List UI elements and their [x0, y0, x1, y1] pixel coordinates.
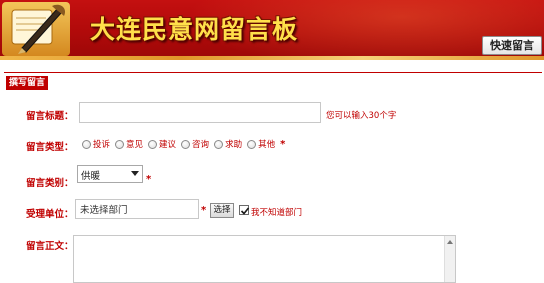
checkmark-icon [240, 207, 250, 215]
type-option-help[interactable]: 求助 [214, 138, 242, 150]
category-select[interactable]: 供暖 [77, 165, 143, 183]
dept-input[interactable] [75, 199, 199, 219]
type-option-other[interactable]: 其他 [247, 138, 275, 150]
radio-icon[interactable] [214, 139, 224, 149]
category-selected-value: 供暖 [81, 171, 101, 182]
radio-icon[interactable] [181, 139, 191, 149]
radio-icon[interactable] [247, 139, 257, 149]
type-option-complaint[interactable]: 投诉 [82, 138, 110, 150]
unknown-dept-checkbox[interactable] [239, 205, 250, 215]
required-star: * [280, 138, 286, 150]
type-option-label: 其他 [258, 140, 276, 150]
scroll-up-icon[interactable] [447, 240, 453, 244]
section-divider [4, 72, 542, 73]
select-dept-button[interactable]: 选择 [210, 203, 234, 218]
type-option-label: 咨询 [192, 140, 210, 150]
type-radio-group: 投诉 意见 建议 咨询 求助 其他 * [82, 138, 285, 150]
type-option-opinion[interactable]: 意见 [115, 138, 143, 150]
quick-message-button[interactable]: 快速留言 [482, 36, 542, 55]
type-label: 留言类型： [26, 142, 74, 153]
title-hint: 您可以输入30个字 [326, 111, 397, 121]
type-option-inquiry[interactable]: 咨询 [181, 138, 209, 150]
body-label: 留言正文： [26, 241, 74, 252]
body-textarea[interactable] [73, 235, 456, 283]
quill-pen-icon [11, 4, 66, 54]
required-star: * [146, 174, 152, 185]
radio-icon[interactable] [82, 139, 91, 149]
title-label: 留言标题： [26, 111, 74, 122]
textarea-scrollbar[interactable] [444, 236, 455, 282]
header-banner: 大连民意网留言板 快速留言 [0, 0, 544, 60]
type-option-label: 求助 [225, 140, 243, 150]
radio-icon[interactable] [115, 139, 125, 149]
required-star: * [201, 205, 207, 216]
category-label: 留言类别： [26, 178, 74, 189]
header-stripe [0, 56, 544, 60]
type-option-label: 建议 [159, 140, 177, 150]
type-option-label: 投诉 [93, 140, 111, 150]
type-option-label: 意见 [126, 140, 144, 150]
unknown-dept-label: 我不知道部门 [251, 208, 303, 218]
section-tag: 撰写留言 [6, 76, 49, 90]
logo [2, 2, 70, 56]
dept-label: 受理单位： [26, 209, 74, 220]
title-input[interactable] [79, 102, 321, 123]
type-option-suggestion[interactable]: 建议 [148, 138, 176, 150]
radio-icon[interactable] [148, 139, 158, 149]
chevron-down-icon[interactable] [131, 171, 139, 176]
site-title: 大连民意网留言板 [90, 15, 299, 44]
